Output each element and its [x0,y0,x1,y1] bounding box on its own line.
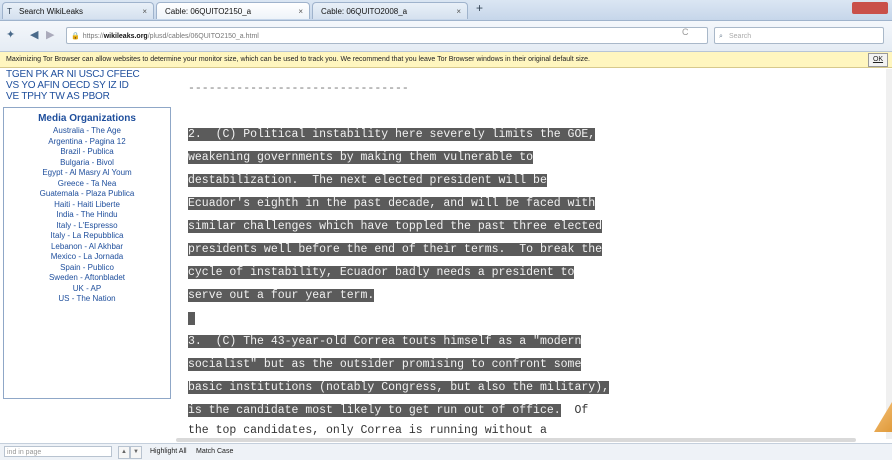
close-tab-icon[interactable]: × [298,3,303,19]
close-tab-icon[interactable]: × [456,3,461,19]
media-link[interactable]: Mexico - La Jornada [4,252,170,263]
tag-list: TGEN PK AR NI USCJ CFEEC VS YO AFIN OECD… [6,69,170,102]
notification-text: Maximizing Tor Browser can allow website… [6,56,590,63]
cable-line: presidents well before the end of their … [188,243,603,256]
media-link[interactable]: Australia - The Age [4,126,170,137]
media-link[interactable]: Guatemala - Plaza Publica [4,189,170,200]
media-link[interactable]: Egypt - Al Masry Al Youm [4,168,170,179]
media-link[interactable]: Brazil - Publica [4,147,170,158]
cable-line: 2. (C) Political instability here severe… [188,128,596,141]
search-input[interactable]: ⌕ Search [714,27,884,44]
cable-line: Ecuador's eighth in the past decade, and… [188,197,596,210]
media-list: Australia - The Age Argentina - Pagina 1… [4,126,170,305]
reload-icon[interactable]: C [682,27,689,37]
address-bar[interactable]: 🔒 https://wikileaks.org/plusd/cables/06QU… [66,27,708,44]
url-path: /plusd/cables/06QUITO2150_a.html [147,33,259,40]
window-close-button[interactable] [852,2,888,14]
wikileaks-favicon-icon: T [7,7,12,16]
tag-line[interactable]: TGEN PK AR NI USCJ CFEEC [6,69,170,80]
close-tab-icon[interactable]: × [142,3,147,19]
media-link[interactable]: Greece - Ta Nea [4,179,170,190]
tag-line[interactable]: VE TPHY TW AS PBOR [6,91,170,102]
cable-line: serve out a four year term. [188,289,375,302]
find-next-button[interactable]: ▼ [130,446,142,459]
cable-line: weakening governments by making them vul… [188,151,534,164]
horizontal-scrollbar[interactable] [176,438,856,442]
find-previous-button[interactable]: ▲ [118,446,130,459]
match-case-toggle[interactable]: Match Case [196,444,233,460]
vertical-scrollbar[interactable] [886,69,892,439]
cable-line: the top candidates, only Correa is runni… [188,424,547,437]
find-input[interactable]: ind in page [4,446,112,457]
onion-menu-icon[interactable]: ✦ [6,28,15,41]
media-link[interactable]: Sweden - Aftonbladet [4,273,170,284]
forward-arrow-icon[interactable]: ▶ [46,28,54,41]
sidebar: TGEN PK AR NI USCJ CFEEC VS YO AFIN OECD… [0,69,176,439]
media-link[interactable]: UK - AP [4,284,170,295]
media-link[interactable]: US - The Nation [4,294,170,305]
url-scheme: https:// [82,33,104,40]
search-placeholder: Search [729,33,752,40]
cable-body: -------------------------------- 2. (C) … [176,69,892,439]
url-host: wikileaks.org [103,33,148,40]
find-bar: ind in page ▲ ▼ Highlight All Match Case [0,443,892,460]
media-link[interactable]: Haiti - Haiti Liberte [4,200,170,211]
tag-line[interactable]: VS YO AFIN OECD SY IZ ID [6,80,170,91]
tab-label: Cable: 06QUITO2008_a [321,7,408,16]
tab-cable-06quito2150[interactable]: Cable: 06QUITO2150_a × [156,2,310,19]
ok-button[interactable]: OK [868,53,888,67]
tab-cable-06quito2008[interactable]: Cable: 06QUITO2008_a × [312,2,468,19]
cable-line: destabilization. The next elected presid… [188,174,547,187]
tab-label: Cable: 06QUITO2150_a [165,7,252,16]
cable-line: socialist" but as the outsider promising… [188,358,582,371]
tab-search-wikileaks[interactable]: T Search WikiLeaks × [2,2,154,19]
media-organizations-box: Media Organizations Australia - The Age … [3,107,171,399]
separator-line: -------------------------------- [188,82,409,95]
cable-line: basic institutions (notably Congress, bu… [188,381,609,394]
media-link[interactable]: Italy - La Repubblica [4,231,170,242]
navigation-bar: ✦ ◀ ▶ 🔒 https://wikileaks.org/plusd/cable… [0,21,892,52]
cable-line: similar challenges which have toppled th… [188,220,603,233]
tab-label: Search WikiLeaks [19,7,84,16]
media-link[interactable]: Lebanon - Al Akhbar [4,242,170,253]
media-link[interactable]: Spain - Publico [4,263,170,274]
cable-line: cycle of instability, Ecuador badly need… [188,266,575,279]
media-organizations-title: Media Organizations [38,113,136,124]
tab-strip: T Search WikiLeaks × Cable: 06QUITO2150_… [0,0,892,21]
media-link[interactable]: Argentina - Pagina 12 [4,137,170,148]
cable-line: is the candidate most likely to get run … [188,404,589,417]
lock-icon: 🔒 [71,33,80,40]
cable-line: 3. (C) The 43-year-old Correa touts hims… [188,335,582,348]
media-link[interactable]: Bulgaria - Bivol [4,158,170,169]
cable-line [188,311,195,327]
media-link[interactable]: Italy - L'Espresso [4,221,170,232]
highlight-all-toggle[interactable]: Highlight All [150,444,187,460]
media-link[interactable]: India - The Hindu [4,210,170,221]
back-arrow-icon[interactable]: ◀ [30,28,38,41]
notification-bar: Maximizing Tor Browser can allow website… [0,52,892,68]
search-icon: ⌕ [719,33,723,40]
new-tab-button[interactable]: + [476,1,483,15]
